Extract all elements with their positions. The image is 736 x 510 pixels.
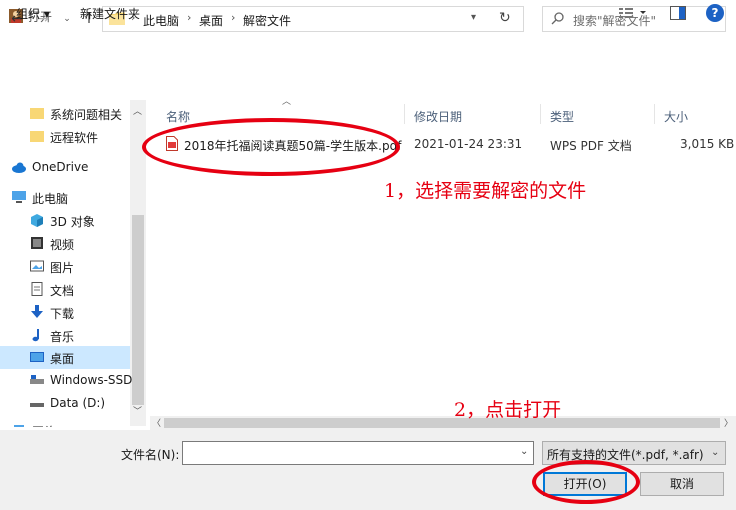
breadcrumb-separator: › — [231, 11, 236, 24]
column-header-name[interactable]: 名称 — [166, 108, 190, 125]
computer-icon — [12, 191, 26, 203]
nav-item-label: Data (D:) — [50, 396, 106, 410]
address-dropdown-icon[interactable]: ▾ — [471, 12, 476, 23]
breadcrumb-this-pc[interactable]: 此电脑 — [143, 12, 179, 29]
desktop-icon — [30, 352, 44, 362]
folder-icon — [30, 108, 44, 119]
nav-item-label: 此电脑 — [32, 192, 69, 206]
breadcrumb-desktop[interactable]: 桌面 — [199, 12, 223, 29]
view-options-icon[interactable] — [618, 6, 648, 20]
picture-icon — [30, 260, 44, 272]
nav-item-system-issues[interactable]: 系统问题相关 — [0, 102, 130, 125]
annotation-circle-open — [532, 460, 640, 504]
scroll-left-icon[interactable]: 〈 — [152, 416, 161, 429]
recent-locations-button[interactable]: ⌄ — [58, 10, 76, 28]
file-size: 3,015 KB — [680, 137, 735, 151]
filename-dropdown-icon[interactable]: ⌄ — [520, 446, 528, 457]
nav-item-label: 图片 — [50, 261, 75, 275]
nav-item-network[interactable]: 网络 — [0, 419, 130, 427]
nav-item-label: Windows-SSD — [50, 373, 133, 387]
nav-item-music[interactable]: 音乐 — [0, 324, 130, 347]
nav-item-desktop[interactable]: 桌面 — [0, 346, 130, 369]
document-icon — [31, 282, 43, 296]
chevron-down-icon: ⌄ — [63, 14, 71, 24]
cancel-button[interactable]: 取消 — [640, 472, 724, 496]
column-divider[interactable] — [654, 104, 655, 124]
scroll-down-icon[interactable]: ﹀ — [133, 404, 142, 417]
nav-item-downloads[interactable]: 下载 — [0, 301, 130, 324]
column-header-date[interactable]: 修改日期 — [414, 108, 462, 125]
scroll-up-icon[interactable]: ︿ — [133, 104, 142, 117]
nav-item-label: 3D 对象 — [50, 215, 95, 229]
drive-icon — [30, 375, 44, 384]
column-header-size[interactable]: 大小 — [664, 108, 688, 125]
nav-item-remote-software[interactable]: 远程软件 — [0, 125, 130, 148]
music-icon — [32, 329, 39, 342]
filename-input[interactable] — [182, 441, 534, 465]
annotation-step-2: 2，点击打开 — [454, 399, 562, 421]
navigation-scrollbar-thumb[interactable] — [132, 215, 144, 405]
nav-item-label: OneDrive — [32, 160, 89, 174]
nav-item-label: 系统问题相关 — [50, 108, 123, 122]
preview-pane-icon[interactable] — [670, 6, 686, 20]
nav-item-label: 下载 — [50, 307, 75, 321]
chevron-down-icon: ⌄ — [711, 447, 720, 458]
nav-item-label: 文档 — [50, 284, 75, 298]
cloud-icon — [12, 162, 26, 173]
file-date: 2021-01-24 23:31 — [414, 137, 523, 151]
breadcrumb-separator: › — [187, 11, 192, 24]
breadcrumb-decrypt-folder[interactable]: 解密文件 — [243, 12, 291, 29]
nav-item-windows-ssd[interactable]: Windows-SSD — [0, 369, 133, 392]
horizontal-scrollbar-thumb[interactable] — [164, 418, 720, 428]
column-divider[interactable] — [540, 104, 541, 124]
nav-item-label: 网络 — [32, 423, 56, 427]
sort-ascending-icon: ︿ — [282, 97, 292, 107]
annotation-step-1: 1，选择需要解密的文件 — [384, 180, 587, 202]
organize-button[interactable]: 组织 ▾ — [16, 5, 50, 22]
drive-icon — [30, 403, 44, 407]
nav-item-label: 远程软件 — [50, 131, 99, 145]
nav-item-data-drive[interactable]: Data (D:) — [0, 392, 130, 415]
annotation-circle-file — [142, 118, 400, 176]
nav-item-label: 视频 — [50, 238, 75, 252]
nav-item-onedrive[interactable]: OneDrive — [0, 156, 130, 179]
network-icon — [14, 425, 24, 427]
column-divider[interactable] — [404, 104, 405, 124]
nav-item-documents[interactable]: 文档 — [0, 278, 130, 301]
cube-icon — [31, 214, 43, 227]
filename-label: 文件名(N): — [121, 448, 180, 462]
scroll-right-icon[interactable]: 〉 — [724, 416, 733, 429]
nav-item-3d-objects[interactable]: 3D 对象 — [0, 209, 130, 232]
folder-icon — [30, 131, 44, 142]
file-type: WPS PDF 文档 — [550, 139, 632, 153]
refresh-icon[interactable]: ↻ — [499, 10, 511, 26]
new-folder-button[interactable]: 新建文件夹 — [80, 5, 140, 22]
nav-item-pictures[interactable]: 图片 — [0, 255, 130, 278]
nav-item-label: 音乐 — [50, 330, 75, 344]
download-icon — [31, 305, 43, 318]
help-icon[interactable]: ? — [706, 4, 724, 22]
nav-item-this-pc[interactable]: 此电脑 — [0, 186, 130, 209]
address-bar[interactable]: › 此电脑 › 桌面 › 解密文件 ▾ ↻ — [102, 6, 524, 32]
search-icon — [551, 12, 564, 25]
column-header-type[interactable]: 类型 — [550, 108, 574, 125]
video-icon — [31, 237, 43, 249]
nav-item-videos[interactable]: 视频 — [0, 232, 130, 255]
nav-item-label: 桌面 — [50, 352, 75, 366]
